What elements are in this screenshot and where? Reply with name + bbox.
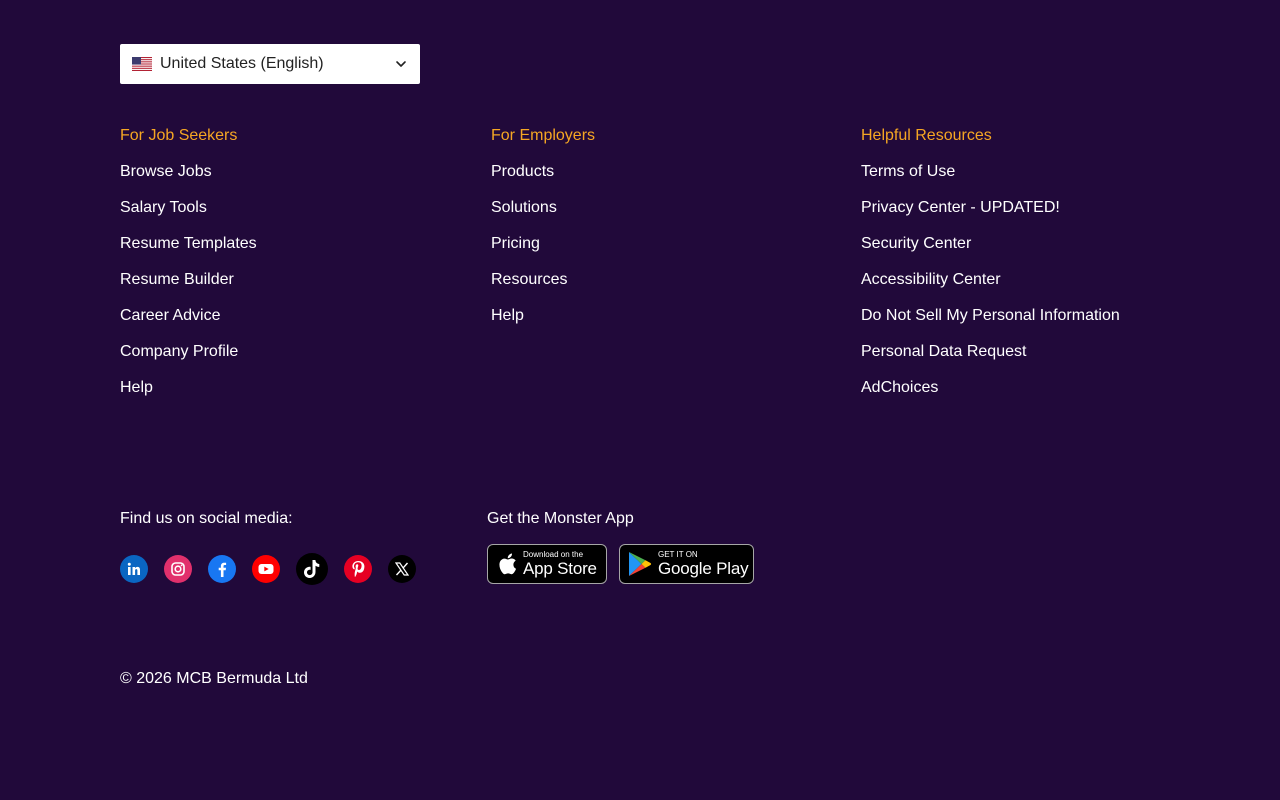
footer-link-pricing[interactable]: Pricing bbox=[491, 235, 540, 252]
social-section: Find us on social media: bbox=[120, 509, 432, 585]
footer-link-security-center[interactable]: Security Center bbox=[861, 235, 971, 252]
locale-selector[interactable]: United States (English) bbox=[120, 44, 420, 84]
footer-link-resume-builder[interactable]: Resume Builder bbox=[120, 271, 234, 288]
locale-label: United States (English) bbox=[160, 55, 324, 72]
chevron-down-icon bbox=[396, 61, 406, 67]
footer-column-helpful-resources: Helpful Resources Terms of Use Privacy C… bbox=[861, 126, 1120, 414]
apple-icon bbox=[499, 553, 516, 575]
column-heading: For Job Seekers bbox=[120, 127, 238, 144]
instagram-icon[interactable] bbox=[164, 555, 192, 583]
footer-link-employer-help[interactable]: Help bbox=[491, 307, 524, 324]
google-play-badge[interactable]: GET IT ON Google Play bbox=[619, 544, 754, 584]
app-section: Get the Monster App Download on the App … bbox=[487, 509, 766, 584]
footer-column-employers: For Employers Products Solutions Pricing… bbox=[491, 126, 595, 342]
footer-link-company-profile[interactable]: Company Profile bbox=[120, 343, 238, 360]
footer-link-products[interactable]: Products bbox=[491, 163, 554, 180]
column-heading: For Employers bbox=[491, 127, 596, 144]
footer-link-privacy-center[interactable]: Privacy Center - UPDATED! bbox=[861, 199, 1060, 216]
google-play-small-text: GET IT ON bbox=[658, 550, 698, 559]
footer-link-solutions[interactable]: Solutions bbox=[491, 199, 557, 216]
youtube-icon[interactable] bbox=[252, 555, 280, 583]
app-store-big-text: App Store bbox=[523, 559, 597, 578]
footer-link-do-not-sell[interactable]: Do Not Sell My Personal Information bbox=[861, 307, 1120, 324]
footer-link-resources[interactable]: Resources bbox=[491, 271, 567, 288]
footer-link-personal-data-request[interactable]: Personal Data Request bbox=[861, 343, 1026, 360]
app-title: Get the Monster App bbox=[487, 510, 634, 527]
linkedin-icon[interactable] bbox=[120, 555, 148, 583]
footer-link-browse-jobs[interactable]: Browse Jobs bbox=[120, 163, 212, 180]
pinterest-icon[interactable] bbox=[344, 555, 372, 583]
column-heading: Helpful Resources bbox=[861, 127, 992, 144]
footer-column-job-seekers: For Job Seekers Browse Jobs Salary Tools… bbox=[120, 126, 257, 414]
tiktok-icon[interactable] bbox=[296, 553, 328, 585]
us-flag-icon bbox=[132, 57, 152, 71]
facebook-icon[interactable] bbox=[208, 555, 236, 583]
social-title: Find us on social media: bbox=[120, 510, 293, 527]
x-icon[interactable] bbox=[388, 555, 416, 583]
google-play-icon bbox=[629, 552, 652, 576]
app-store-small-text: Download on the bbox=[523, 550, 584, 559]
footer-link-salary-tools[interactable]: Salary Tools bbox=[120, 199, 207, 216]
footer-link-terms-of-use[interactable]: Terms of Use bbox=[861, 163, 955, 180]
app-store-badge[interactable]: Download on the App Store bbox=[487, 544, 607, 584]
footer-link-adchoices[interactable]: AdChoices bbox=[861, 379, 938, 396]
google-play-big-text: Google Play bbox=[658, 559, 749, 578]
footer-link-career-advice[interactable]: Career Advice bbox=[120, 307, 221, 324]
footer-link-help[interactable]: Help bbox=[120, 379, 153, 396]
copyright-text: © 2026 MCB Bermuda Ltd bbox=[120, 670, 308, 687]
footer-link-resume-templates[interactable]: Resume Templates bbox=[120, 235, 257, 252]
footer-link-accessibility-center[interactable]: Accessibility Center bbox=[861, 271, 1001, 288]
